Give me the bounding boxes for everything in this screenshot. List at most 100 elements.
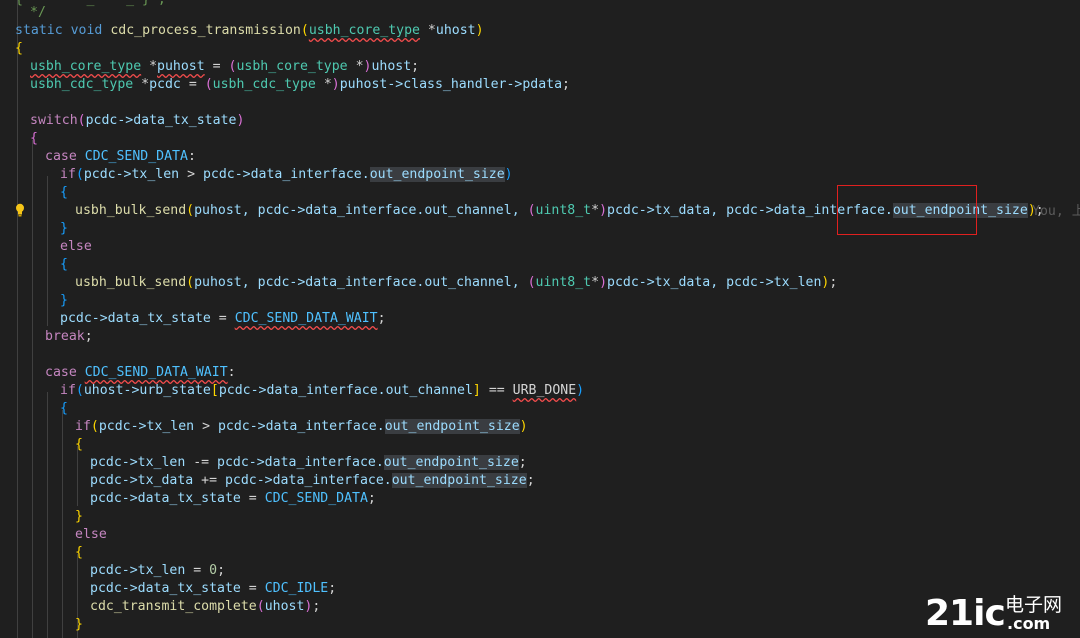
code-line[interactable]: case CDC_SEND_DATA_WAIT: — [0, 364, 1080, 382]
cast-type: usbh_cdc_type — [212, 77, 316, 92]
operator: > — [179, 167, 203, 182]
code-line[interactable]: } — [0, 508, 1080, 526]
code-line[interactable]: pcdc->data_tx_state = CDC_IDLE; — [0, 580, 1080, 598]
paren: ) — [599, 203, 608, 218]
code-line[interactable]: if(pcdc->tx_len > pcdc->data_interface.o… — [0, 418, 1080, 436]
lightbulb-icon[interactable] — [15, 203, 25, 217]
code-line[interactable]: break; — [0, 328, 1080, 346]
operator: = — [185, 563, 210, 578]
punct: ; — [377, 311, 386, 326]
punct: = — [204, 59, 229, 74]
expression: pcdc->data_interface. — [217, 455, 384, 470]
operator: = — [210, 311, 235, 326]
punct: ; — [829, 275, 838, 290]
code-line[interactable]: cdc_transmit_complete(uhost); — [0, 598, 1080, 616]
expression: pcdc->data_interface. — [217, 419, 385, 434]
constant: URB_DONE — [512, 383, 577, 398]
code-line[interactable]: pcdc->tx_len = 0; — [0, 562, 1080, 580]
operator: += — [193, 473, 225, 488]
constant: CDC_SEND_DATA — [264, 491, 368, 506]
expression: pcdc->data_interface.out_channel — [218, 383, 473, 398]
code-line[interactable]: usbh_cdc_type *pcdc = (usbh_cdc_type *)p… — [0, 76, 1080, 94]
keyword: switch — [30, 113, 78, 128]
code-line[interactable]: { — [0, 40, 1080, 58]
param-type: usbh_core_type — [308, 23, 420, 38]
constant: CDC_IDLE — [264, 581, 329, 596]
paren: ) — [236, 113, 245, 128]
code-line[interactable]: pcdc->tx_data += pcdc->data_interface.ou… — [0, 472, 1080, 490]
highlighted-symbol: out_endpoint_size — [383, 455, 519, 470]
paren: ) — [331, 77, 340, 92]
code-line[interactable]: pcdc->data_tx_state = CDC_SEND_DATA; — [0, 490, 1080, 508]
keyword: case — [45, 365, 77, 380]
code-line[interactable]: } — [0, 616, 1080, 634]
punct: * — [347, 59, 364, 74]
bracket: [ — [210, 383, 219, 398]
code-line[interactable]: static void cdc_process_transmission(usb… — [0, 22, 1080, 40]
code-line[interactable]: { — [0, 256, 1080, 274]
keyword: case — [45, 149, 77, 164]
paren: ( — [75, 167, 84, 182]
code-line[interactable]: { — [0, 130, 1080, 148]
code-line[interactable]: */ — [0, 4, 1080, 22]
cast-type: usbh_core_type — [236, 59, 348, 74]
variable: uhost — [371, 59, 412, 74]
arguments: uhost — [264, 599, 305, 614]
punct: * — [591, 203, 600, 218]
cast-type: uint8_t — [535, 275, 592, 290]
expression: pcdc->data_interface. — [224, 473, 392, 488]
param-name: uhost — [435, 23, 476, 38]
function-call: usbh_bulk_send — [75, 275, 187, 290]
variable: puhost — [157, 59, 205, 74]
operator: -= — [185, 455, 218, 470]
paren: ( — [186, 203, 195, 218]
bracket: ] — [472, 383, 481, 398]
type: usbh_cdc_type — [30, 77, 134, 92]
paren: ) — [576, 383, 585, 398]
highlighted-symbol: out_endpoint_size — [391, 473, 527, 488]
code-line[interactable]: usbh_bulk_send(puhost, pcdc->data_interf… — [0, 274, 1080, 292]
code-line[interactable]: usbh_core_type *puhost = (usbh_core_type… — [0, 58, 1080, 76]
punct: ; — [367, 491, 376, 506]
code-line[interactable]: { — [0, 400, 1080, 418]
highlighted-symbol: out_endpoint_size — [384, 419, 520, 434]
code-line[interactable]: switch(pcdc->data_tx_state) — [0, 112, 1080, 130]
arguments: puhost, pcdc->data_interface.out_channel… — [194, 275, 528, 290]
code-line[interactable]: else — [0, 238, 1080, 256]
code-line[interactable]: { — [0, 436, 1080, 454]
paren: ) — [475, 23, 484, 38]
code-line[interactable]: { — [0, 544, 1080, 562]
function-call: cdc_transmit_complete — [90, 599, 257, 614]
paren: ( — [77, 113, 86, 128]
brace: { — [15, 41, 23, 56]
code-line[interactable]: case CDC_SEND_DATA: — [0, 148, 1080, 166]
function-call: usbh_bulk_send — [75, 203, 187, 218]
paren: ( — [204, 77, 213, 92]
code-editor[interactable]: { _ _ } ; */ static void cdc_process_tra… — [0, 0, 1080, 638]
punct: ; — [328, 581, 337, 596]
variable: pcdc — [149, 77, 181, 92]
keyword: else — [60, 239, 92, 254]
paren: ( — [90, 419, 99, 434]
code-line[interactable]: else — [0, 526, 1080, 544]
cast-type: uint8_t — [535, 203, 592, 218]
expression: pcdc->data_tx_state — [90, 581, 241, 596]
expression: pcdc->data_tx_state — [60, 311, 211, 326]
watermark-cn: 电子网 — [1005, 594, 1063, 616]
keyword: else — [75, 527, 107, 542]
case-label: CDC_SEND_DATA_WAIT — [84, 365, 228, 380]
code-line[interactable]: } — [0, 292, 1080, 310]
punct: ; — [518, 455, 527, 470]
code-line[interactable]: if(pcdc->tx_len > pcdc->data_interface.o… — [0, 166, 1080, 184]
code-line[interactable]: if(uhost->urb_state[pcdc->data_interface… — [0, 382, 1080, 400]
keyword: if — [60, 167, 76, 182]
number-literal: 0 — [209, 563, 218, 578]
expression: pcdc->data_tx_state — [85, 113, 237, 128]
red-highlight-box — [837, 185, 977, 235]
code-line[interactable]: pcdc->data_tx_state = CDC_SEND_DATA_WAIT… — [0, 310, 1080, 328]
expression: pcdc->tx_len — [98, 419, 195, 434]
code-line[interactable]: pcdc->tx_len -= pcdc->data_interface.out… — [0, 454, 1080, 472]
git-blame-hint: You, 上 — [1032, 204, 1080, 219]
brace: { — [60, 257, 68, 272]
comment-end: */ — [30, 5, 46, 20]
